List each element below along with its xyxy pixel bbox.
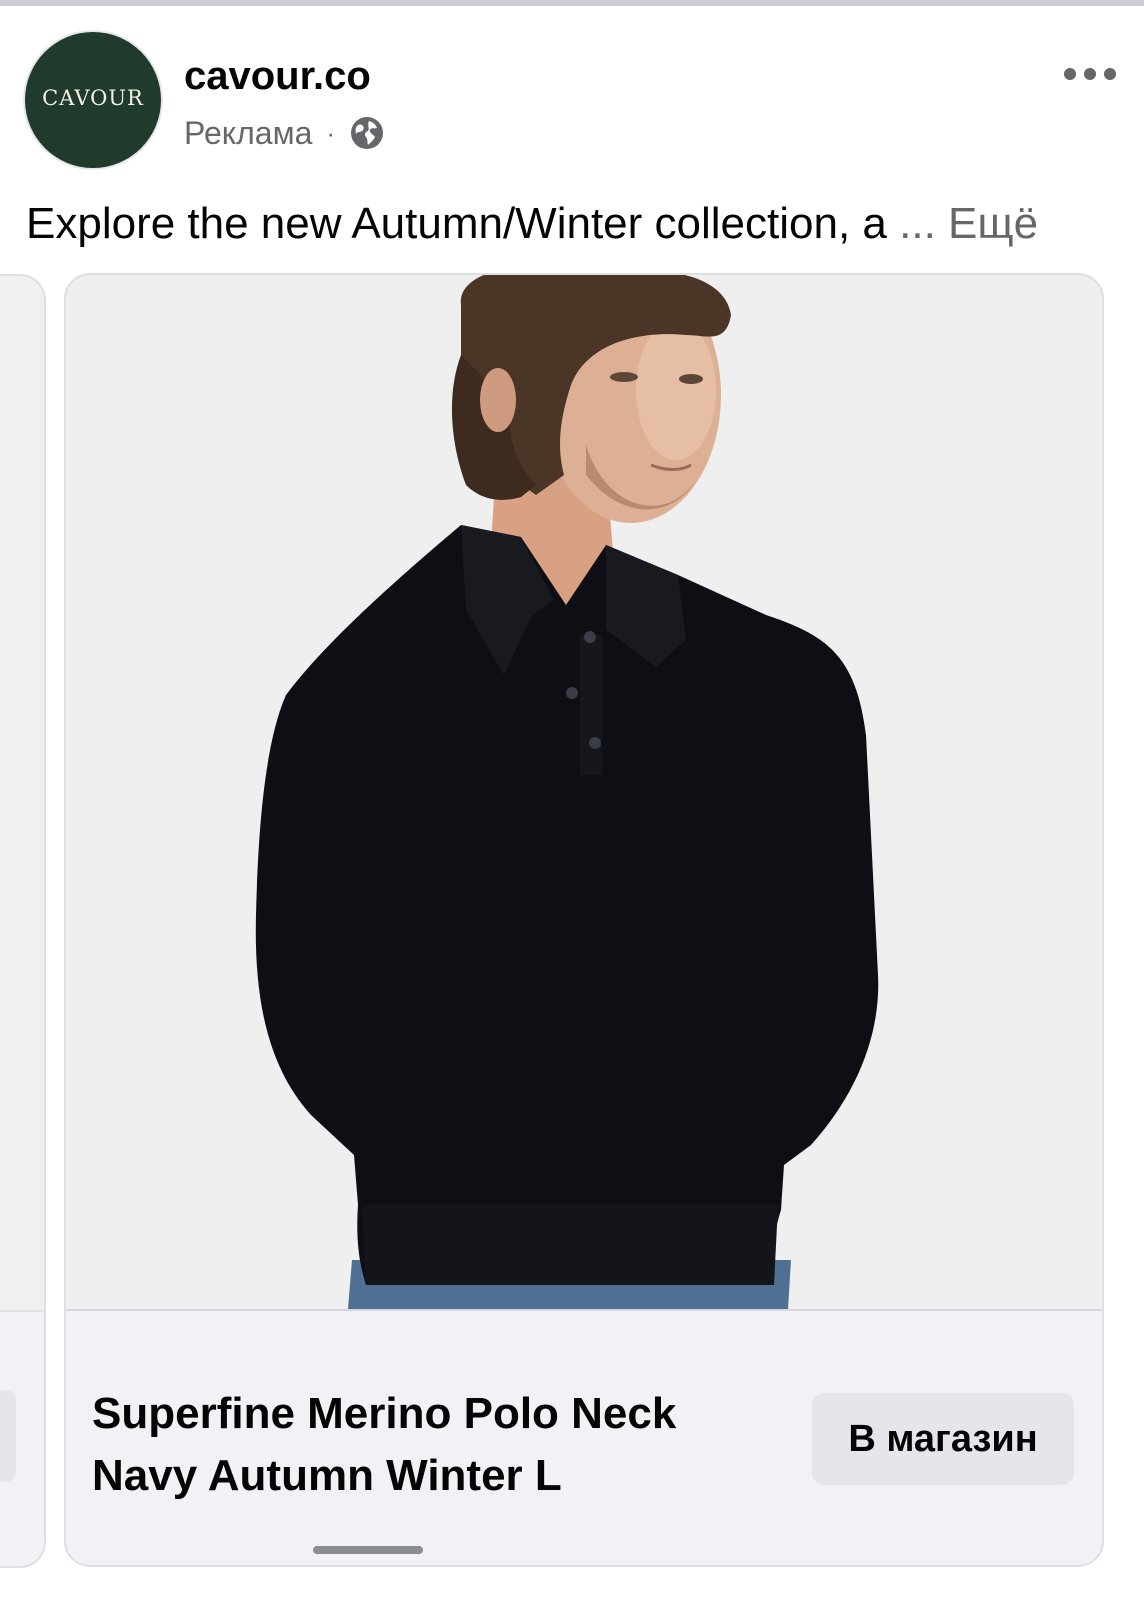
product-image[interactable] — [66, 275, 1102, 1309]
product-title[interactable]: Superfine Merino Polo Neck Navy Autumn W… — [92, 1383, 732, 1507]
page-name[interactable]: cavour.co — [184, 54, 371, 99]
globe-icon — [351, 117, 384, 149]
page-avatar[interactable]: CAVOUR — [25, 32, 161, 168]
meta-separator: · — [326, 117, 336, 148]
top-divider — [0, 0, 1144, 6]
caption-text: Explore the new Autumn/Winter collection… — [26, 199, 887, 248]
card-footer: Superfine Merino Polo Neck Navy Autumn W… — [66, 1309, 1102, 1565]
more-options-icon[interactable] — [1064, 62, 1120, 86]
sponsored-label[interactable]: Реклама — [184, 115, 312, 152]
post-caption: Explore the new Autumn/Winter collection… — [26, 198, 1116, 250]
caption-ellipsis: ... — [886, 199, 949, 248]
see-more-link[interactable]: Ещё — [948, 199, 1038, 248]
carousel-card[interactable]: Superfine Merino Polo Neck Navy Autumn W… — [64, 273, 1104, 1567]
previous-carousel-card[interactable] — [0, 274, 46, 1568]
shop-now-button[interactable]: В магазин — [812, 1393, 1074, 1485]
post-meta: Реклама · — [184, 112, 385, 154]
avatar-logo-text: CAVOUR — [42, 86, 144, 110]
previous-card-button[interactable] — [0, 1390, 16, 1482]
scroll-indicator — [313, 1546, 423, 1554]
